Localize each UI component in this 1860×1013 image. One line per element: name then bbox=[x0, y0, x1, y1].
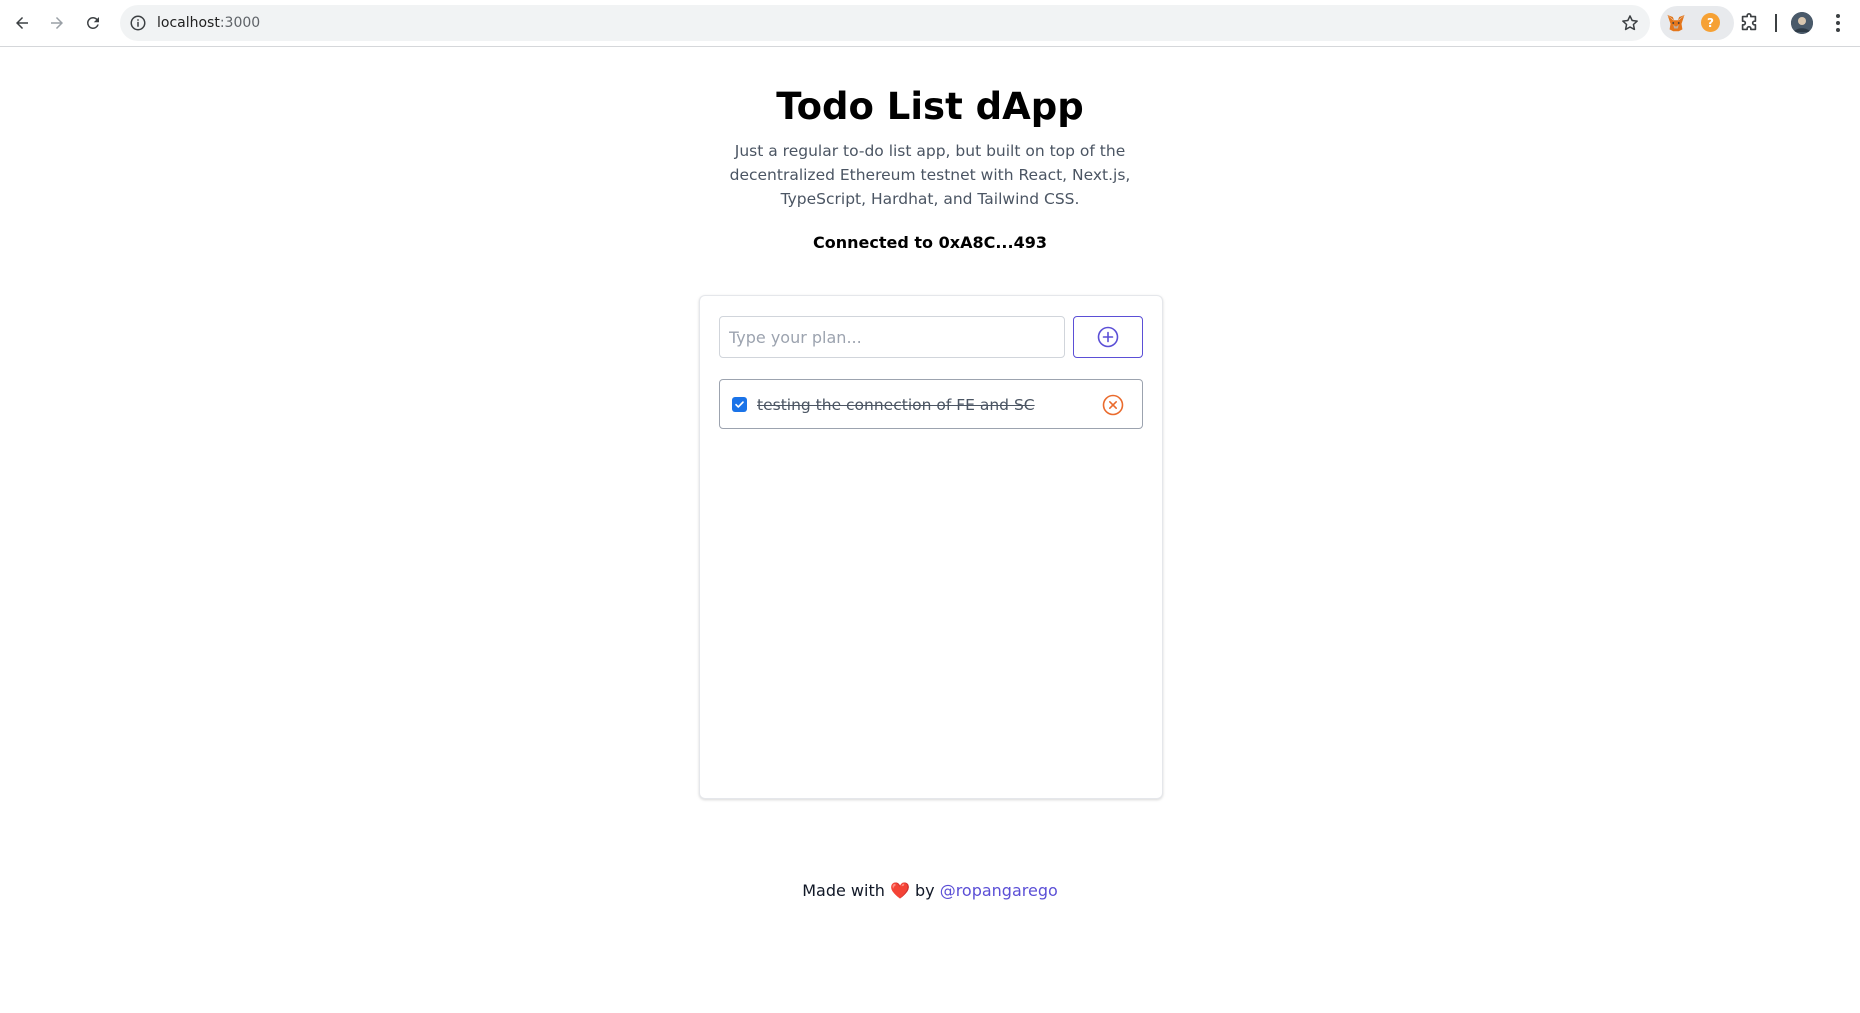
arrow-left-icon bbox=[16, 17, 28, 29]
url-host: localhost bbox=[157, 15, 220, 31]
todo-item-text: testing the connection of FE and SC bbox=[757, 396, 1035, 414]
todo-card: testing the connection of FE and SC bbox=[699, 295, 1163, 799]
add-todo-button[interactable] bbox=[1073, 316, 1143, 358]
back-button[interactable] bbox=[8, 9, 36, 37]
reload-button[interactable] bbox=[79, 9, 107, 37]
heart-icon: ❤️ bbox=[889, 881, 910, 900]
wallet-connection-status: Connected to 0xA8C...493 bbox=[813, 233, 1047, 252]
orange-extension-glyph: ? bbox=[1707, 15, 1714, 30]
footer: Made with ❤️ by @ropangarego bbox=[0, 879, 1860, 903]
todo-complete-checkbox[interactable] bbox=[732, 397, 747, 412]
metamask-fox-icon[interactable] bbox=[1665, 12, 1687, 34]
address-bar[interactable]: localhost:3000 bbox=[120, 5, 1650, 41]
url-port: :3000 bbox=[219, 15, 261, 31]
toolbar-divider bbox=[1775, 14, 1777, 32]
info-icon[interactable] bbox=[129, 14, 147, 32]
x-circle-icon[interactable] bbox=[1101, 393, 1125, 417]
checkmark-icon bbox=[735, 401, 744, 408]
url-text: localhost:3000 bbox=[157, 14, 260, 32]
kebab-menu-icon[interactable] bbox=[1828, 12, 1848, 34]
browser-toolbar: localhost:3000 ? bbox=[0, 0, 1860, 47]
footer-prefix: Made with bbox=[802, 881, 885, 900]
footer-by: by bbox=[914, 881, 935, 900]
forward-button[interactable] bbox=[43, 9, 71, 37]
orange-extension-icon[interactable]: ? bbox=[1701, 13, 1720, 32]
reload-icon bbox=[86, 16, 99, 29]
page-description: Just a regular to-do list app, but built… bbox=[729, 142, 1131, 208]
page-title: Todo List dApp bbox=[776, 85, 1084, 128]
author-link[interactable]: @ropangarego bbox=[940, 881, 1058, 900]
star-icon[interactable] bbox=[1620, 13, 1640, 33]
arrow-right-icon bbox=[51, 17, 63, 29]
puzzle-icon[interactable] bbox=[1738, 12, 1760, 34]
avatar-icon[interactable] bbox=[1791, 12, 1813, 34]
plus-circle-icon bbox=[1097, 326, 1119, 348]
todo-item: testing the connection of FE and SC bbox=[719, 379, 1143, 429]
plan-input[interactable] bbox=[719, 316, 1065, 358]
